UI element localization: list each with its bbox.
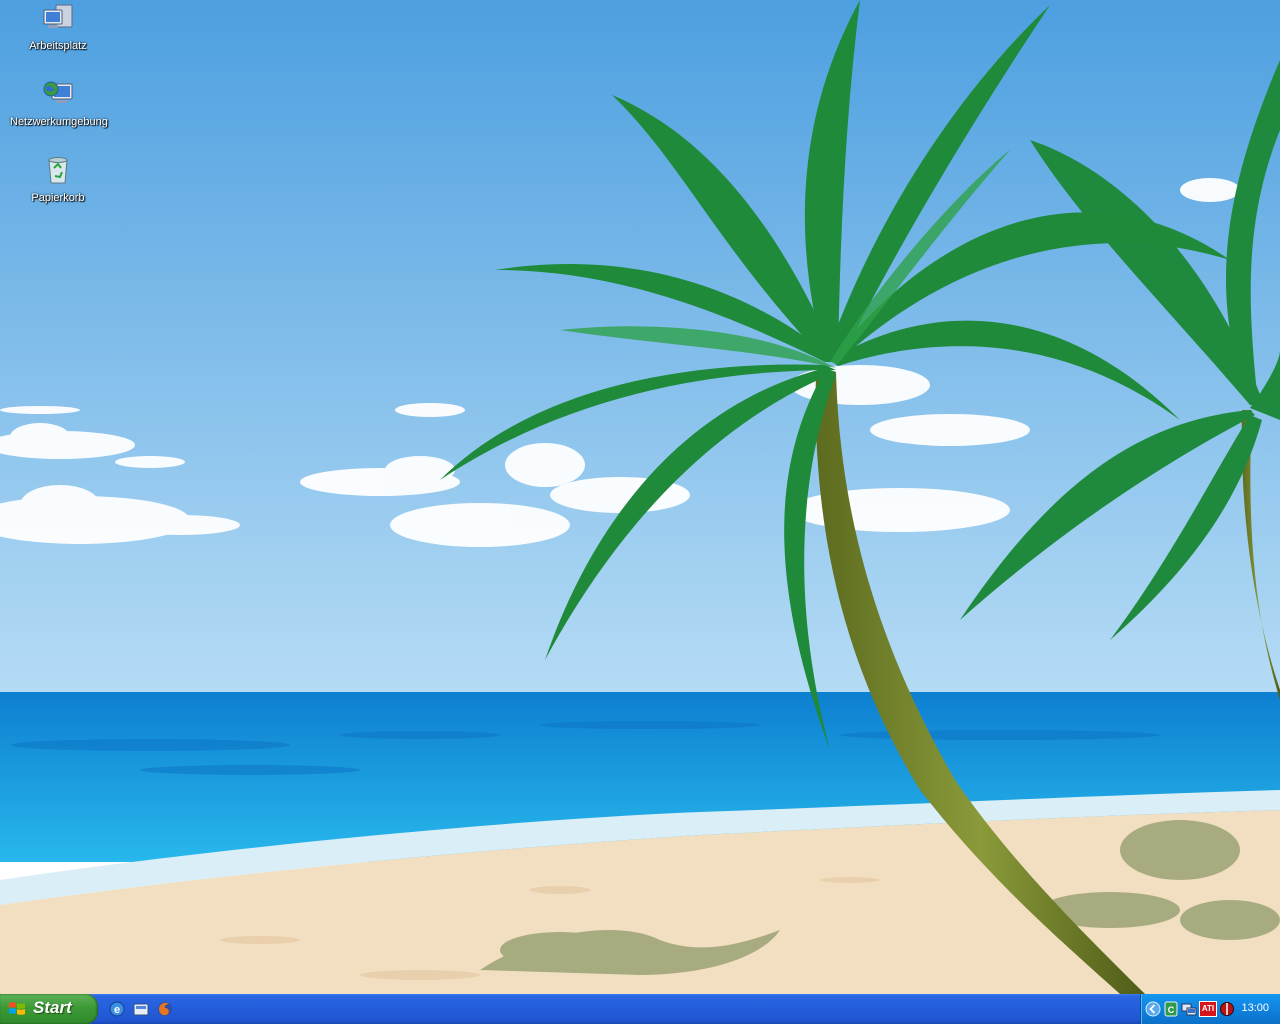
- start-button[interactable]: Start: [0, 994, 98, 1024]
- desktop-icon-recycle-bin[interactable]: Papierkorb: [8, 154, 108, 206]
- svg-text:e: e: [114, 1004, 120, 1016]
- antivirus-icon[interactable]: [1219, 1001, 1235, 1017]
- system-tray: C ATI 13:00: [1140, 994, 1280, 1024]
- beach-wallpaper: [0, 0, 1280, 994]
- start-label: Start: [33, 998, 72, 1017]
- recycle-bin-icon: [48, 157, 68, 184]
- windows-logo-icon: [9, 1002, 25, 1015]
- desktop-icon-my-computer[interactable]: Arbeitsplatz: [8, 2, 108, 54]
- network-places-icon: [43, 81, 73, 103]
- desktop-icon-label: Papierkorb: [31, 192, 85, 204]
- tray-expand-arrow-icon[interactable]: [1145, 1001, 1161, 1017]
- desktop[interactable]: Arbeitsplatz Netzwerkumgebung Papierkorb: [0, 0, 1280, 994]
- internet-explorer-icon[interactable]: e: [108, 1000, 126, 1018]
- svg-text:C: C: [1168, 1005, 1175, 1015]
- clock[interactable]: 13:00: [1241, 1002, 1269, 1014]
- ati-catalyst-icon[interactable]: ATI: [1199, 1001, 1217, 1017]
- taskbar: Start e C ATI 13:00: [0, 994, 1280, 1024]
- security-shield-icon[interactable]: C: [1163, 1001, 1179, 1017]
- firefox-icon[interactable]: [156, 1000, 174, 1018]
- desktop-icon-network-places[interactable]: Netzwerkumgebung: [8, 78, 108, 130]
- desktop-icon-label: Netzwerkumgebung: [10, 116, 108, 128]
- network-icon[interactable]: [1181, 1001, 1197, 1017]
- desktop-icon-label: Arbeitsplatz: [29, 40, 87, 52]
- ati-label: ATI: [1201, 1004, 1215, 1013]
- show-desktop-icon[interactable]: [132, 1000, 150, 1018]
- my-computer-icon: [43, 4, 73, 28]
